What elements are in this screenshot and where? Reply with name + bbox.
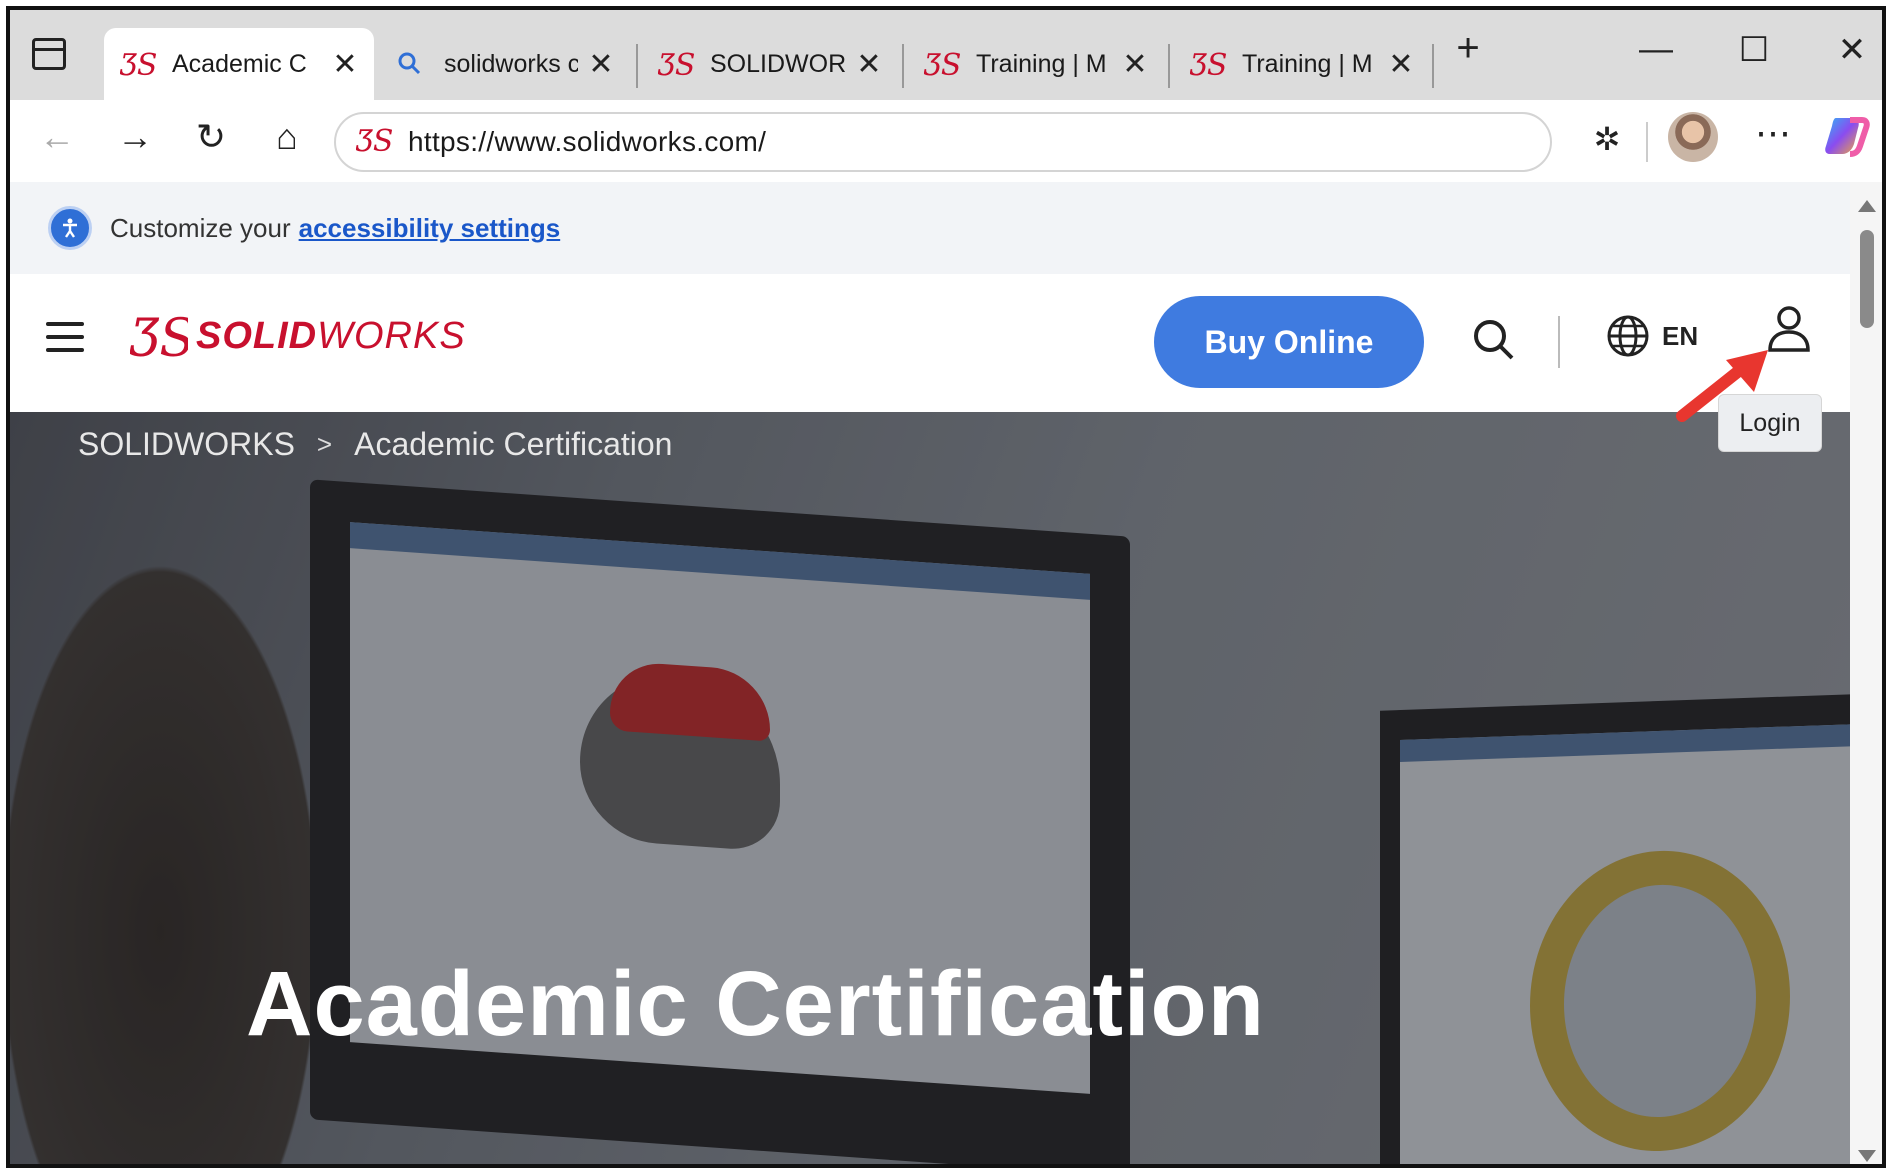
logo-text: SOLIDWORKS xyxy=(196,314,466,357)
address-bar[interactable]: ƷS https://www.solidworks.com/ xyxy=(334,112,1552,172)
tab-solidworks[interactable]: ƷS SOLIDWOR ✕ xyxy=(642,28,898,100)
page-scrollbar[interactable] xyxy=(1850,182,1882,1164)
close-tab-icon[interactable]: ✕ xyxy=(330,47,360,82)
search-icon[interactable] xyxy=(1470,316,1518,369)
address-row: ← → ↻ ⌂ ƷS https://www.solidworks.com/ ✲… xyxy=(10,100,1882,182)
scroll-down-icon[interactable] xyxy=(1858,1150,1876,1162)
accessibility-icon[interactable] xyxy=(48,206,92,250)
tab-training-2[interactable]: ƷS Training | M ✕ xyxy=(1174,28,1430,100)
scroll-thumb[interactable] xyxy=(1860,230,1874,328)
svg-text:ƷS: ƷS xyxy=(130,309,188,366)
tab-search[interactable]: solidworks c ✕ xyxy=(376,28,630,100)
close-tab-icon[interactable]: ✕ xyxy=(586,47,616,82)
svg-text:ƷS: ƷS xyxy=(1190,48,1226,81)
page-title: Academic Certification xyxy=(246,953,1265,1055)
svg-text:ƷS: ƷS xyxy=(658,48,694,81)
solidworks-logo[interactable]: ƷS SOLIDWORKS xyxy=(130,306,466,366)
profile-avatar[interactable] xyxy=(1668,112,1718,162)
more-menu-icon[interactable]: ⋯ xyxy=(1748,112,1798,154)
buy-online-button[interactable]: Buy Online xyxy=(1154,296,1424,388)
breadcrumb-home-link[interactable]: SOLIDWORKS xyxy=(78,426,295,463)
refresh-icon[interactable]: ↻ xyxy=(186,116,236,158)
new-tab-icon[interactable]: + xyxy=(1438,26,1498,71)
scroll-up-icon[interactable] xyxy=(1858,200,1876,212)
header-divider xyxy=(1558,316,1560,368)
back-icon[interactable]: ← xyxy=(32,116,82,158)
url-text: https://www.solidworks.com/ xyxy=(408,126,767,157)
tab-label: Academic C xyxy=(172,49,307,78)
3ds-logo-icon: ƷS xyxy=(922,44,962,84)
svg-text:ƷS: ƷS xyxy=(120,48,156,81)
accessibility-banner: Customize your accessibility settings xyxy=(10,182,1850,274)
svg-text:ƷS: ƷS xyxy=(356,124,392,157)
breadcrumb-chevron-icon: > xyxy=(316,429,333,459)
hero-banner: SOLIDWORKS > Academic Certification Acad… xyxy=(10,412,1850,1164)
3ds-logo-icon: ƷS xyxy=(1188,44,1228,84)
extensions-icon[interactable]: ✲ xyxy=(1582,120,1632,158)
tab-label: Training | M xyxy=(976,49,1107,78)
copilot-icon[interactable] xyxy=(1822,110,1874,162)
menu-icon[interactable] xyxy=(46,322,84,352)
breadcrumb-current: Academic Certification xyxy=(354,426,673,462)
3ds-logo-icon: ƷS xyxy=(355,123,394,162)
tab-divider xyxy=(636,44,638,88)
tab-training-1[interactable]: ƷS Training | M ✕ xyxy=(908,28,1164,100)
tab-label: SOLIDWOR xyxy=(710,49,847,78)
site-header: ƷS SOLIDWORKS Buy Online EN xyxy=(10,274,1850,412)
tab-divider xyxy=(1432,44,1434,88)
breadcrumb: SOLIDWORKS > Academic Certification xyxy=(78,426,672,463)
home-icon[interactable]: ⌂ xyxy=(262,116,312,158)
tab-divider xyxy=(1168,44,1170,88)
tab-academic[interactable]: ƷS Academic C ✕ xyxy=(104,28,374,100)
browser-window: ƷS Academic C ✕ solidworks c ✕ ƷS SOLIDW… xyxy=(6,6,1886,1168)
close-window-icon[interactable]: ✕ xyxy=(1822,30,1882,70)
tab-label: Training | M xyxy=(1242,49,1373,78)
accessibility-settings-link[interactable]: accessibility settings xyxy=(299,213,561,244)
forward-icon[interactable]: → xyxy=(110,116,160,158)
close-tab-icon[interactable]: ✕ xyxy=(1386,47,1416,82)
search-icon xyxy=(390,44,430,84)
vertical-tabs-icon[interactable] xyxy=(32,38,66,70)
tab-label: solidworks c xyxy=(444,49,578,78)
banner-text: Customize your xyxy=(110,212,291,243)
3ds-logo-icon: ƷS xyxy=(130,309,188,366)
tab-divider xyxy=(902,44,904,88)
maximize-icon[interactable]: ☐ xyxy=(1724,30,1784,70)
svg-text:ƷS: ƷS xyxy=(924,48,960,81)
annotation-arrow xyxy=(1670,346,1780,431)
close-tab-icon[interactable]: ✕ xyxy=(854,47,884,82)
tab-strip: ƷS Academic C ✕ solidworks c ✕ ƷS SOLIDW… xyxy=(10,10,1882,100)
3ds-logo-icon: ƷS xyxy=(656,44,696,84)
3ds-logo-icon: ƷS xyxy=(118,44,158,84)
minimize-icon[interactable]: — xyxy=(1626,30,1686,69)
globe-icon xyxy=(1607,315,1649,357)
close-tab-icon[interactable]: ✕ xyxy=(1120,47,1150,82)
toolbar-divider xyxy=(1646,122,1648,162)
